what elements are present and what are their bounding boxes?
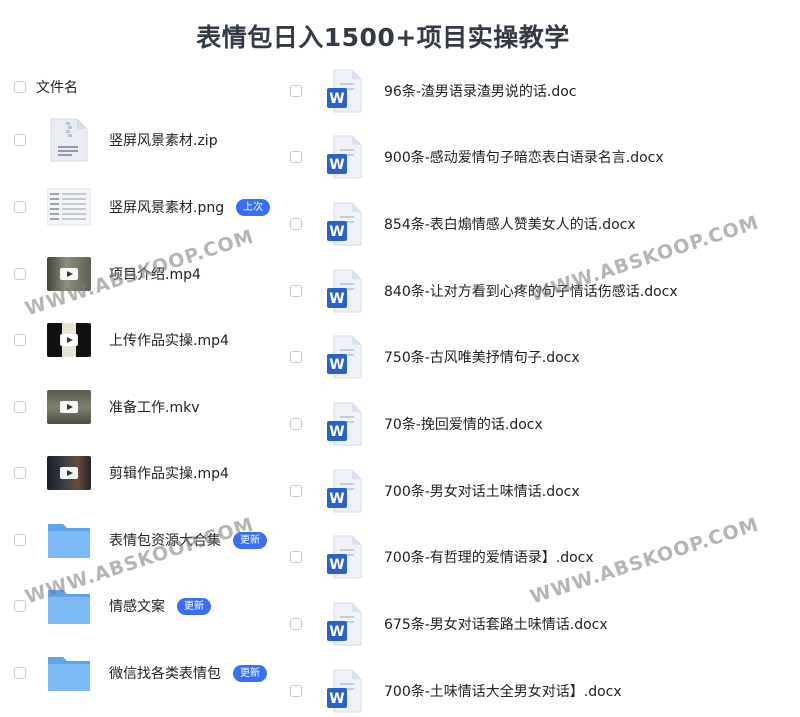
file-name: 上传作品实操.mp4 bbox=[109, 333, 229, 349]
list-item[interactable]: W 900条-感动爱情句子暗恋表白语录名言.docx bbox=[290, 133, 664, 181]
file-name: 700条-有哲理的爱情语录】.docx bbox=[384, 550, 594, 566]
svg-text:W: W bbox=[329, 491, 344, 507]
list-item[interactable]: 情感文案 更新 bbox=[14, 582, 211, 630]
image-thumbnail bbox=[47, 185, 91, 229]
select-all-checkbox[interactable] bbox=[14, 81, 26, 93]
row-checkbox[interactable] bbox=[290, 418, 302, 430]
svg-text:W: W bbox=[329, 424, 344, 440]
video-thumbnail bbox=[47, 252, 91, 296]
file-name: 70条-挽回爱情的话.docx bbox=[384, 417, 543, 433]
file-name: 675条-男女对话套路土味情话.docx bbox=[384, 617, 608, 633]
list-item[interactable]: W 675条-男女对话套路土味情话.docx bbox=[290, 600, 608, 648]
play-icon bbox=[60, 334, 78, 346]
list-item[interactable]: W 70条-挽回爱情的话.docx bbox=[290, 400, 543, 448]
row-checkbox[interactable] bbox=[14, 268, 26, 280]
row-checkbox[interactable] bbox=[290, 685, 302, 697]
file-name: 表情包资源大合集 bbox=[109, 533, 221, 549]
status-badge: 更新 bbox=[233, 664, 267, 682]
svg-text:W: W bbox=[329, 691, 344, 707]
video-thumbnail bbox=[47, 318, 91, 362]
file-name: 750条-古风唯美抒情句子.docx bbox=[384, 350, 580, 366]
folder-icon bbox=[47, 584, 91, 628]
list-header: 文件名 bbox=[14, 77, 78, 97]
list-item[interactable]: 剪辑作品实操.mp4 bbox=[14, 449, 229, 497]
row-checkbox[interactable] bbox=[290, 618, 302, 630]
list-item[interactable]: W 750条-古风唯美抒情句子.docx bbox=[290, 333, 580, 381]
row-checkbox[interactable] bbox=[14, 600, 26, 612]
row-checkbox[interactable] bbox=[14, 334, 26, 346]
svg-text:W: W bbox=[329, 91, 344, 107]
row-checkbox[interactable] bbox=[290, 485, 302, 497]
folder-icon bbox=[47, 651, 91, 695]
row-checkbox[interactable] bbox=[14, 667, 26, 679]
play-icon bbox=[60, 268, 78, 280]
file-name: 准备工作.mkv bbox=[109, 400, 200, 416]
row-checkbox[interactable] bbox=[290, 285, 302, 297]
file-name: 96条-渣男语录渣男说的话.doc bbox=[384, 84, 577, 100]
row-checkbox[interactable] bbox=[14, 201, 26, 213]
row-checkbox[interactable] bbox=[290, 218, 302, 230]
list-item[interactable]: W 700条-男女对话土味情话.docx bbox=[290, 467, 580, 515]
play-icon bbox=[60, 467, 78, 479]
row-checkbox[interactable] bbox=[290, 151, 302, 163]
video-thumbnail bbox=[47, 385, 91, 429]
play-icon bbox=[60, 401, 78, 413]
list-item[interactable]: 项目介绍.mp4 bbox=[14, 250, 201, 298]
svg-text:W: W bbox=[329, 157, 344, 173]
folder-icon bbox=[47, 518, 91, 562]
word-doc-icon: W bbox=[326, 669, 362, 713]
row-checkbox[interactable] bbox=[290, 351, 302, 363]
list-item[interactable]: W 840条-让对方看到心疼的句子情话伤感话.docx bbox=[290, 267, 678, 315]
list-item[interactable]: 微信找各类表情包 更新 bbox=[14, 649, 267, 697]
word-doc-icon: W bbox=[326, 69, 362, 113]
svg-text:W: W bbox=[329, 291, 344, 307]
word-doc-icon: W bbox=[326, 602, 362, 646]
file-name: 700条-男女对话土味情话.docx bbox=[384, 484, 580, 500]
svg-text:W: W bbox=[329, 624, 344, 640]
row-checkbox[interactable] bbox=[290, 551, 302, 563]
word-doc-icon: W bbox=[326, 535, 362, 579]
file-name: 微信找各类表情包 bbox=[109, 666, 221, 682]
status-badge: 更新 bbox=[177, 597, 211, 615]
file-name: 项目介绍.mp4 bbox=[109, 267, 201, 283]
list-item[interactable]: 准备工作.mkv bbox=[14, 383, 199, 431]
zip-file-icon bbox=[47, 118, 91, 162]
file-name: 剪辑作品实操.mp4 bbox=[109, 466, 229, 482]
status-badge: 上次 bbox=[236, 198, 271, 216]
row-checkbox[interactable] bbox=[14, 467, 26, 479]
row-checkbox[interactable] bbox=[14, 401, 26, 413]
list-item[interactable]: W 700条-有哲理的爱情语录】.docx bbox=[290, 533, 594, 581]
list-item[interactable]: W 854条-表白煽情感人赞美女人的话.docx bbox=[290, 200, 636, 248]
svg-text:W: W bbox=[329, 357, 344, 373]
list-item[interactable]: 表情包资源大合集 更新 bbox=[14, 516, 267, 564]
file-name: 700条-土味情话大全男女对话】.docx bbox=[384, 684, 622, 700]
video-thumbnail bbox=[47, 451, 91, 495]
word-doc-icon: W bbox=[326, 469, 362, 513]
word-doc-icon: W bbox=[326, 335, 362, 379]
row-checkbox[interactable] bbox=[14, 534, 26, 546]
list-item[interactable]: W 700条-土味情话大全男女对话】.docx bbox=[290, 667, 622, 715]
list-item[interactable]: 竖屏风景素材.png 上次 bbox=[14, 183, 271, 231]
file-name: 竖屏风景素材.zip bbox=[109, 133, 218, 149]
status-badge: 更新 bbox=[233, 531, 267, 549]
page-title: 表情包日入1500+项目实操教学 bbox=[196, 23, 570, 52]
row-checkbox[interactable] bbox=[290, 85, 302, 97]
file-name: 竖屏风景素材.png bbox=[109, 200, 225, 216]
list-item[interactable]: 上传作品实操.mp4 bbox=[14, 316, 229, 364]
file-name: 900条-感动爱情句子暗恋表白语录名言.docx bbox=[384, 150, 664, 166]
column-filename-label: 文件名 bbox=[36, 80, 78, 96]
file-name: 情感文案 bbox=[109, 599, 165, 615]
svg-text:W: W bbox=[329, 224, 344, 240]
list-item[interactable]: W 96条-渣男语录渣男说的话.doc bbox=[290, 67, 576, 115]
word-doc-icon: W bbox=[326, 135, 362, 179]
file-name: 840条-让对方看到心疼的句子情话伤感话.docx bbox=[384, 284, 678, 300]
file-name: 854条-表白煽情感人赞美女人的话.docx bbox=[384, 217, 636, 233]
list-item[interactable]: 竖屏风景素材.zip bbox=[14, 116, 218, 164]
svg-text:W: W bbox=[329, 557, 344, 573]
word-doc-icon: W bbox=[326, 269, 362, 313]
row-checkbox[interactable] bbox=[14, 134, 26, 146]
word-doc-icon: W bbox=[326, 202, 362, 246]
word-doc-icon: W bbox=[326, 402, 362, 446]
